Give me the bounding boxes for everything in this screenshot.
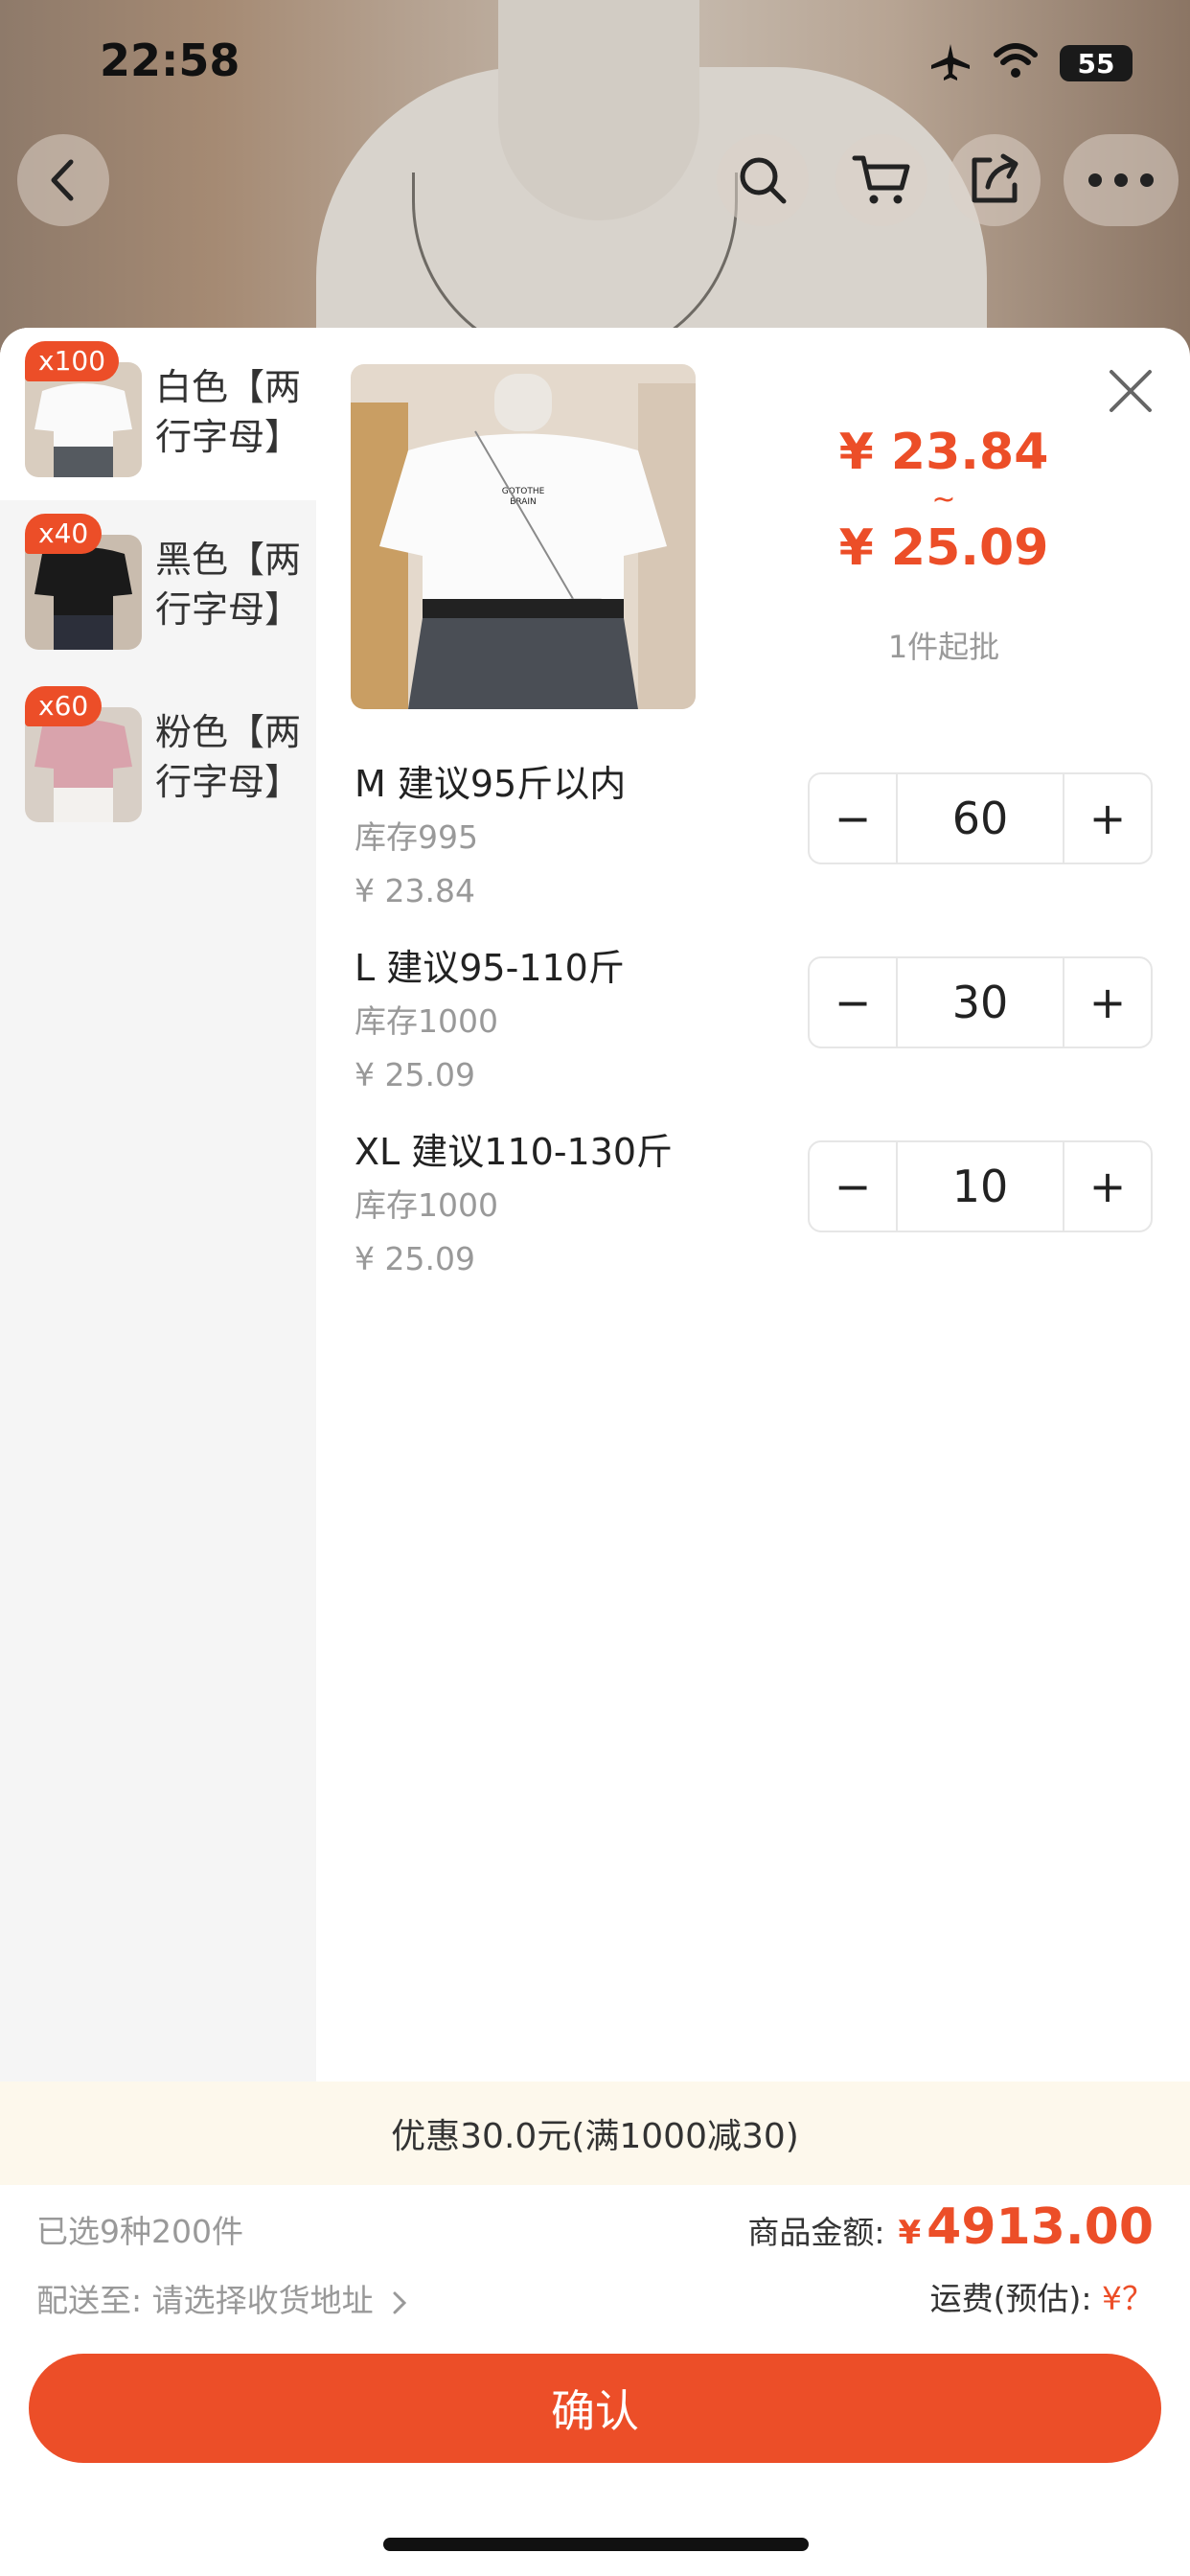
decrease-button[interactable]: − bbox=[810, 774, 896, 862]
more-button[interactable] bbox=[1064, 134, 1179, 226]
cart-button[interactable] bbox=[835, 134, 927, 226]
search-icon bbox=[740, 157, 787, 204]
promo-banner: 优惠30.0元(满1000减30) bbox=[0, 2082, 1190, 2185]
size-price: ¥ 25.09 bbox=[355, 1056, 475, 1093]
total-label: 商品金额: bbox=[747, 2214, 885, 2251]
selected-count: 已选9种200件 bbox=[36, 2213, 243, 2250]
home-indicator bbox=[383, 2538, 809, 2551]
back-icon bbox=[51, 159, 74, 201]
increase-button[interactable]: + bbox=[1064, 958, 1151, 1046]
quantity-stepper: − 30 + bbox=[808, 956, 1153, 1048]
variant-item-black[interactable]: x40 黑色【两行字母】 bbox=[0, 500, 316, 673]
increase-button[interactable]: + bbox=[1064, 1142, 1151, 1230]
size-row-l: L 建议95-110斤 库存1000 ¥ 25.09 − 30 + bbox=[355, 941, 1159, 1123]
variant-quantity-badge: x60 bbox=[25, 686, 103, 726]
close-button[interactable] bbox=[1102, 362, 1159, 420]
more-icon bbox=[1088, 173, 1154, 187]
shipping-label: 运费(预估): bbox=[929, 2280, 1092, 2317]
size-price: ¥ 25.09 bbox=[355, 1240, 475, 1277]
wifi-icon bbox=[993, 43, 1039, 83]
variant-label: 粉色【两行字母】 bbox=[155, 711, 302, 803]
total-currency: ¥ bbox=[898, 2214, 922, 2252]
price-low: ¥ 23.84 bbox=[838, 424, 1049, 481]
ship-to-address[interactable]: 请选择收货地址 bbox=[152, 2282, 374, 2319]
variant-sidebar: x100 白色【两行字母】 x40 黑色【两行字母】 x60 粉色【两行字母】 bbox=[0, 328, 316, 2082]
shipping-value: ¥？ bbox=[1102, 2280, 1154, 2317]
size-row-m: M 建议95斤以内 库存995 ¥ 23.84 − 60 + bbox=[355, 757, 1159, 939]
battery-indicator: 55 bbox=[1060, 45, 1133, 81]
size-price: ¥ 23.84 bbox=[355, 872, 475, 909]
shipping-estimate: 运费(预估): ¥？ bbox=[747, 2273, 1154, 2319]
quantity-stepper: − 10 + bbox=[808, 1140, 1153, 1232]
variant-item-white[interactable]: x100 白色【两行字母】 bbox=[0, 328, 316, 500]
variant-label: 黑色【两行字母】 bbox=[155, 539, 302, 631]
cart-icon bbox=[852, 155, 910, 204]
variant-item-pink[interactable]: x60 粉色【两行字母】 bbox=[0, 673, 316, 845]
share-icon bbox=[972, 153, 1018, 203]
search-button[interactable] bbox=[717, 134, 809, 226]
confirm-button[interactable]: 确认 bbox=[29, 2354, 1161, 2463]
min-order-text: 1件起批 bbox=[887, 629, 1000, 665]
quantity-input[interactable]: 60 bbox=[896, 774, 1064, 862]
quantity-input[interactable]: 30 bbox=[896, 958, 1064, 1046]
close-icon bbox=[1110, 370, 1152, 412]
price-tilde: ~ bbox=[931, 483, 956, 517]
selected-variant-image[interactable]: GOTOTHE BRAIN bbox=[351, 364, 696, 709]
chevron-right-icon bbox=[393, 2291, 407, 2313]
decrease-button[interactable]: − bbox=[810, 1142, 896, 1230]
order-summary-left: 已选9种200件 配送至: 请选择收货地址 bbox=[36, 2208, 408, 2346]
back-button[interactable] bbox=[17, 134, 109, 226]
ship-to-row[interactable]: 配送至: 请选择收货地址 bbox=[36, 2277, 408, 2325]
share-button[interactable] bbox=[949, 134, 1041, 226]
order-summary-right: 商品金额: ¥4913.00 运费(预估): ¥？ bbox=[747, 2198, 1154, 2319]
decrease-button[interactable]: − bbox=[810, 958, 896, 1046]
status-icons: 55 bbox=[929, 42, 1133, 84]
size-row-xl: XL 建议110-130斤 库存1000 ¥ 25.09 − 10 + bbox=[355, 1125, 1159, 1307]
total-line: 商品金额: ¥4913.00 bbox=[747, 2198, 1154, 2256]
variant-quantity-badge: x100 bbox=[25, 341, 120, 381]
total-value: ¥4913.00 bbox=[898, 2198, 1154, 2256]
airplane-icon bbox=[929, 42, 972, 84]
ship-to-label: 配送至: bbox=[36, 2282, 143, 2319]
price-high: ¥ 25.09 bbox=[838, 519, 1049, 577]
sku-selector-screen: 22:58 55 x100 白色【两行字母】 x40 黑色【两行字母】 x60 … bbox=[0, 0, 1190, 2576]
quantity-stepper: − 60 + bbox=[808, 772, 1153, 864]
increase-button[interactable]: + bbox=[1064, 774, 1151, 862]
total-amount: 4913.00 bbox=[927, 2198, 1154, 2256]
status-time: 22:58 bbox=[100, 34, 240, 86]
variant-label: 白色【两行字母】 bbox=[155, 366, 302, 458]
price-range: ¥ 23.84 ~ ¥ 25.09 1件起批 bbox=[786, 424, 1102, 667]
quantity-input[interactable]: 10 bbox=[896, 1142, 1064, 1230]
sku-bottom-sheet: x100 白色【两行字母】 x40 黑色【两行字母】 x60 粉色【两行字母】 … bbox=[0, 328, 1190, 2576]
variant-quantity-badge: x40 bbox=[25, 514, 103, 554]
